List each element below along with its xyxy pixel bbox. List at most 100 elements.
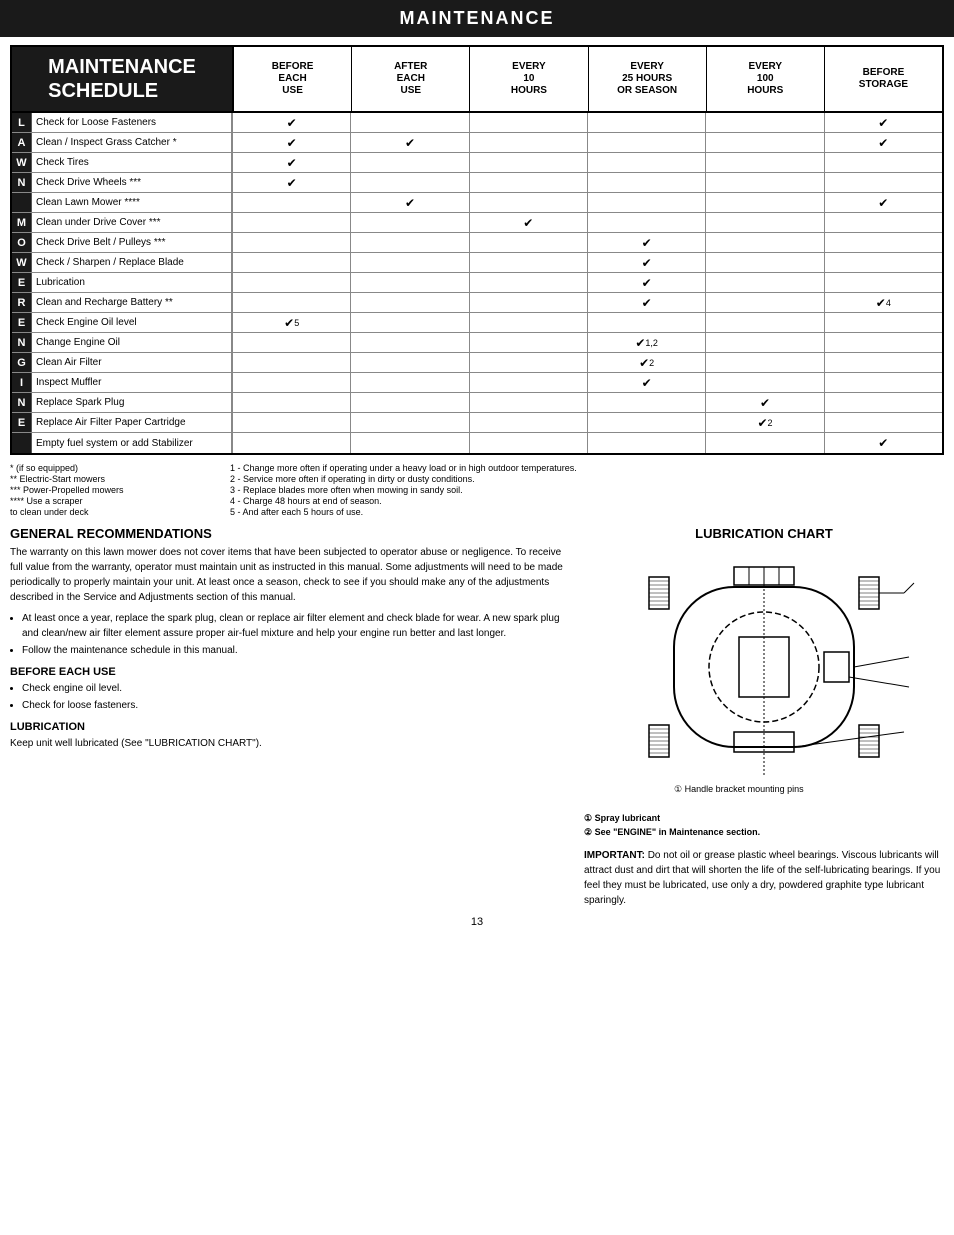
check-cell bbox=[351, 393, 469, 412]
section-letter: I bbox=[12, 373, 32, 392]
check-cell bbox=[706, 293, 824, 312]
check-cell bbox=[233, 373, 351, 392]
page-number: 13 bbox=[0, 916, 954, 928]
check-cell bbox=[588, 213, 706, 232]
section-letter: N bbox=[12, 173, 32, 192]
row-cells: ✔5 bbox=[232, 313, 942, 332]
row-cells: ✔✔✔ bbox=[232, 133, 942, 152]
table-row: RClean and Recharge Battery **✔✔4 bbox=[12, 293, 942, 313]
table-row: ELubrication✔ bbox=[12, 273, 942, 293]
check-cell: ✔ bbox=[351, 193, 469, 212]
lub-svg: ① Handle bracket mounting pins bbox=[594, 547, 934, 807]
row-cells: ✔2 bbox=[232, 353, 942, 372]
check-cell: ✔ bbox=[233, 113, 351, 132]
section-letter: E bbox=[12, 313, 32, 332]
footnote-right: 1 - Change more often if operating under… bbox=[230, 463, 944, 473]
check-cell bbox=[825, 153, 942, 172]
check-cell bbox=[351, 173, 469, 192]
check-cell bbox=[825, 233, 942, 252]
footnote-left: *** Power-Propelled mowers bbox=[10, 485, 210, 495]
check-cell bbox=[706, 213, 824, 232]
table-row: EReplace Air Filter Paper Cartridge✔2 bbox=[12, 413, 942, 433]
check-cell bbox=[588, 433, 706, 453]
check-cell bbox=[351, 233, 469, 252]
check-cell: ✔ bbox=[233, 173, 351, 192]
table-row: WCheck / Sharpen / Replace Blade✔ bbox=[12, 253, 942, 273]
row-task-name: Check Drive Wheels *** bbox=[32, 173, 232, 192]
check-cell bbox=[351, 333, 469, 352]
check-cell: ✔ bbox=[233, 153, 351, 172]
svg-text:① Handle bracket mounting pins: ① Handle bracket mounting pins bbox=[674, 784, 804, 794]
check-cell bbox=[351, 313, 469, 332]
check-cell bbox=[706, 233, 824, 252]
check-cell: ✔2 bbox=[588, 353, 706, 372]
table-header: MAINTENANCE SCHEDULE BEFOREEACHUSE AFTER… bbox=[12, 47, 942, 111]
check-cell bbox=[470, 233, 588, 252]
check-cell: ✔ bbox=[588, 273, 706, 292]
check-cell bbox=[706, 153, 824, 172]
check-cell bbox=[351, 253, 469, 272]
check-cell bbox=[351, 413, 469, 432]
lub-diagram: ① Handle bracket mounting pins bbox=[594, 547, 934, 807]
footnote-left: to clean under deck bbox=[10, 507, 210, 517]
check-cell bbox=[588, 173, 706, 192]
footnote-left: ** Electric-Start mowers bbox=[10, 474, 210, 484]
lubrication-text: Keep unit well lubricated (See "LUBRICAT… bbox=[10, 736, 564, 751]
check-cell bbox=[233, 353, 351, 372]
col-every-10: EVERY10HOURS bbox=[470, 47, 588, 111]
check-cell bbox=[825, 213, 942, 232]
check-cell: ✔ bbox=[588, 253, 706, 272]
check-cell bbox=[825, 413, 942, 432]
row-task-name: Check Engine Oil level bbox=[32, 313, 232, 332]
row-cells: ✔ bbox=[232, 393, 942, 412]
main-title: MAINTENANCE bbox=[400, 8, 555, 28]
row-cells: ✔ bbox=[232, 433, 942, 453]
table-row: MClean under Drive Cover ***✔ bbox=[12, 213, 942, 233]
check-cell bbox=[470, 173, 588, 192]
row-task-name: Check for Loose Fasteners bbox=[32, 113, 232, 132]
check-cell bbox=[470, 313, 588, 332]
check-cell bbox=[470, 353, 588, 372]
footnote-right: 2 - Service more often if operating in d… bbox=[230, 474, 944, 484]
check-cell: ✔ bbox=[588, 293, 706, 312]
row-task-name: Check / Sharpen / Replace Blade bbox=[32, 253, 232, 272]
table-row: NChange Engine Oil✔1,2 bbox=[12, 333, 942, 353]
check-cell bbox=[351, 353, 469, 372]
check-cell bbox=[588, 153, 706, 172]
check-cell bbox=[470, 373, 588, 392]
row-task-name: Inspect Muffler bbox=[32, 373, 232, 392]
check-cell: ✔ bbox=[351, 133, 469, 152]
footnote-right: 5 - And after each 5 hours of use. bbox=[230, 507, 944, 517]
check-cell: ✔ bbox=[706, 393, 824, 412]
row-cells: ✔ bbox=[232, 173, 942, 192]
lub-chart-heading: LUBRICATION CHART bbox=[584, 526, 944, 541]
row-task-name: Clean Air Filter bbox=[32, 353, 232, 372]
check-cell bbox=[233, 213, 351, 232]
check-cell bbox=[470, 153, 588, 172]
check-cell bbox=[825, 333, 942, 352]
check-cell bbox=[588, 393, 706, 412]
check-cell bbox=[351, 153, 469, 172]
table-row: Clean Lawn Mower ****✔✔ bbox=[12, 193, 942, 213]
check-cell bbox=[470, 433, 588, 453]
check-cell bbox=[588, 313, 706, 332]
important-text: IMPORTANT: Do not oil or grease plastic … bbox=[584, 848, 944, 908]
check-cell bbox=[825, 253, 942, 272]
check-cell bbox=[470, 293, 588, 312]
check-cell bbox=[233, 253, 351, 272]
section-letter: E bbox=[12, 273, 32, 292]
gen-rec-body: The warranty on this lawn mower does not… bbox=[10, 545, 564, 605]
row-task-name: Empty fuel system or add Stabilizer bbox=[32, 433, 232, 453]
check-cell: ✔ bbox=[588, 373, 706, 392]
check-cell: ✔ bbox=[825, 133, 942, 152]
main-header: MAINTENANCE bbox=[0, 0, 954, 37]
check-cell bbox=[706, 273, 824, 292]
lubrication-chart: LUBRICATION CHART bbox=[584, 526, 944, 908]
footnotes-right: 1 - Change more often if operating under… bbox=[230, 463, 944, 518]
check-cell bbox=[588, 413, 706, 432]
check-cell bbox=[825, 353, 942, 372]
check-cell bbox=[351, 273, 469, 292]
check-cell bbox=[233, 193, 351, 212]
check-cell bbox=[233, 293, 351, 312]
row-task-name: Clean / Inspect Grass Catcher * bbox=[32, 133, 232, 152]
